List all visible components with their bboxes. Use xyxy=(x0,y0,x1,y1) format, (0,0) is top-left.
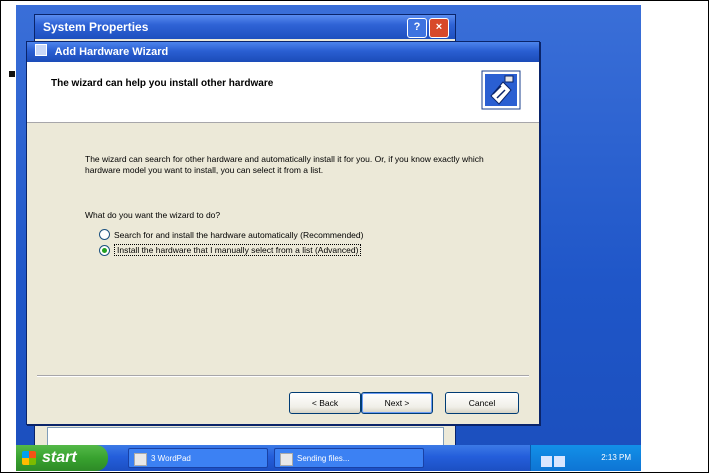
wizard-window-icon xyxy=(35,44,47,56)
option-label: Install the hardware that I manually sel… xyxy=(114,244,362,256)
hardware-icon xyxy=(481,70,521,110)
wizard-title: Add Hardware Wizard xyxy=(54,46,169,58)
radio-button[interactable] xyxy=(99,229,110,240)
network-icon[interactable] xyxy=(541,456,552,467)
wizard-question: What do you want the wizard to do? xyxy=(85,210,221,220)
taskbar: start 3 WordPad Sending files... 2:13 PM xyxy=(16,445,641,471)
option-install-manually[interactable]: Install the hardware that I manually sel… xyxy=(99,244,362,256)
windows-logo-icon xyxy=(22,451,36,465)
option-search-automatically[interactable]: Search for and install the hardware auto… xyxy=(99,229,363,240)
clock[interactable]: 2:13 PM xyxy=(601,445,631,471)
start-button[interactable]: start xyxy=(16,445,108,471)
back-button[interactable]: < Back xyxy=(289,392,361,414)
wizard-description: The wizard can search for other hardware… xyxy=(85,154,484,175)
help-button[interactable]: ? xyxy=(407,18,427,38)
option-label: Search for and install the hardware auto… xyxy=(114,229,364,240)
system-properties-title: System Properties xyxy=(43,20,149,34)
wizard-separator xyxy=(37,375,529,377)
taskbar-item-label: Sending files... xyxy=(297,454,350,463)
wizard-titlebar[interactable]: Add Hardware Wizard xyxy=(27,42,539,62)
taskbar-item-sending-files[interactable]: Sending files... xyxy=(274,448,424,468)
desktop: System Properties ? × Add Hardware Wizar… xyxy=(16,5,641,471)
system-tray: 2:13 PM xyxy=(530,445,641,471)
start-label: start xyxy=(42,449,77,466)
close-button[interactable]: × xyxy=(429,18,449,38)
next-button[interactable]: Next > xyxy=(361,392,433,414)
cancel-button[interactable]: Cancel xyxy=(445,392,519,414)
wizard-header-text: The wizard can help you install other ha… xyxy=(51,78,274,89)
screenshot-frame: System Properties ? × Add Hardware Wizar… xyxy=(0,0,709,473)
taskbar-item-label: 3 WordPad xyxy=(151,454,191,463)
taskbar-item-wordpad[interactable]: 3 WordPad xyxy=(128,448,268,468)
volume-icon[interactable] xyxy=(554,456,565,467)
bullet-marker xyxy=(9,71,15,77)
tray-icons xyxy=(541,452,567,467)
wizard-header: The wizard can help you install other ha… xyxy=(27,62,539,123)
wordpad-icon xyxy=(134,453,147,466)
radio-button-selected[interactable] xyxy=(99,244,110,256)
add-hardware-wizard: Add Hardware Wizard The wizard can help … xyxy=(26,41,540,425)
send-files-icon xyxy=(280,453,293,466)
system-properties-titlebar[interactable]: System Properties ? × xyxy=(35,15,455,39)
